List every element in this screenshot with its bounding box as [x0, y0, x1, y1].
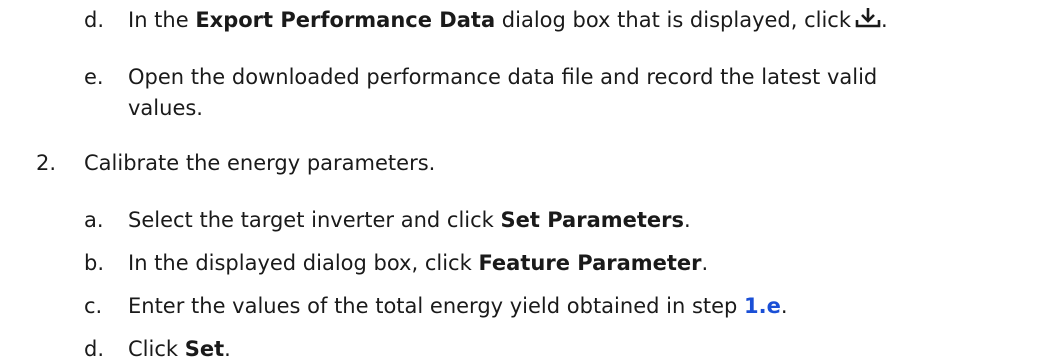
export-performance-data-label: Export Performance Data — [195, 8, 496, 32]
step-d2-text-2: . — [224, 337, 231, 361]
step-marker-d2: d. — [84, 337, 105, 361]
step-a-text: Select the target inverter and click Set… — [128, 207, 691, 233]
step-marker-d: d. — [84, 8, 105, 32]
step-d-text-2: dialog box that is displayed, click — [495, 8, 852, 32]
step-marker-c: c. — [84, 294, 103, 318]
set-parameters-label: Set Parameters — [500, 208, 685, 232]
step-a-text-1: Select the target inverter and click — [128, 208, 501, 232]
step-marker-a: a. — [84, 208, 104, 232]
step-2-text: Calibrate the energy parameters. — [84, 151, 436, 175]
step-c-text-2: . — [780, 294, 788, 318]
step-marker-b: b. — [84, 251, 105, 275]
download-icon — [855, 7, 881, 35]
step-b-text-1: In the displayed dialog box, click — [128, 251, 479, 275]
step-marker-e: e. — [84, 65, 104, 89]
step-c-text: Enter the values of the total energy yie… — [128, 293, 788, 319]
step-d2-text: Click Set. — [128, 336, 231, 362]
step-d-text: In the Export Performance Data dialog bo… — [128, 7, 888, 35]
feature-parameter-label: Feature Parameter — [478, 251, 702, 275]
step-b-text-2: . — [701, 251, 709, 275]
document-page: d. In the Export Performance Data dialog… — [0, 0, 1045, 364]
step-d-text-3: . — [881, 8, 888, 32]
step-1e-link[interactable]: 1.e — [744, 294, 781, 318]
step-e-line-2: values. — [128, 96, 203, 120]
step-b-text: In the displayed dialog box, click Featu… — [128, 250, 708, 276]
set-label: Set — [184, 337, 225, 361]
step-c-text-1: Enter the values of the total energy yie… — [128, 294, 745, 318]
step-d-text-1: In the — [128, 8, 196, 32]
step-e-line-1: Open the downloaded performance data fil… — [128, 65, 878, 89]
step-marker-2: 2. — [36, 151, 57, 175]
step-a-text-2: . — [684, 208, 691, 232]
step-d2-text-1: Click — [128, 337, 185, 361]
